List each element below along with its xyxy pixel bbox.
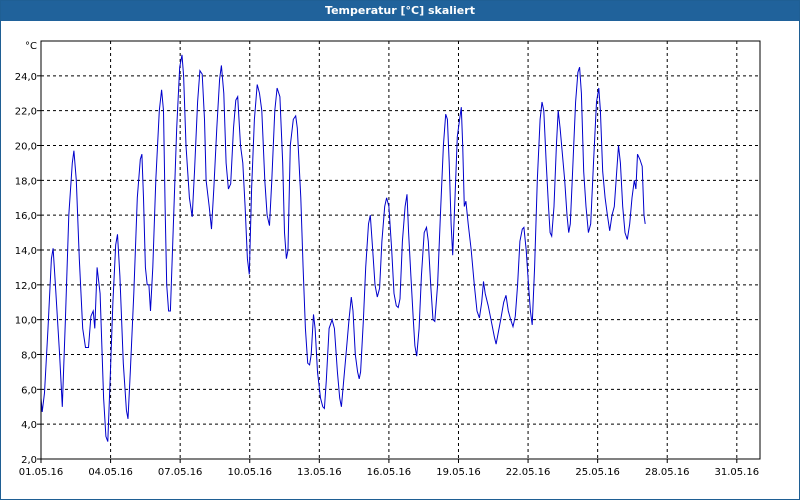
- x-tick-label: 19.05.16: [436, 467, 481, 478]
- series-line-temperature: [40, 54, 646, 442]
- y-axis-unit-label: °C: [25, 41, 37, 52]
- y-tick-label: 2,0: [21, 455, 37, 466]
- x-tick-label: 31.05.16: [715, 467, 760, 478]
- plot-area: [40, 40, 761, 460]
- y-tick-label: 6,0: [21, 385, 37, 396]
- y-tick-label: 14,0: [15, 246, 37, 257]
- x-axis-ticks: 01.05.16 04.05.16 07.05.16 10.05.16 13.05.16…: [19, 467, 759, 478]
- y-tick-label: 22,0: [15, 107, 37, 118]
- y-tick-label: 20,0: [15, 142, 37, 153]
- x-tick-label: 04.05.16: [88, 467, 133, 478]
- x-tick-label: 10.05.16: [227, 467, 272, 478]
- y-tick-label: 10,0: [15, 316, 37, 327]
- y-tick-label: 18,0: [15, 176, 37, 187]
- x-tick-label: 28.05.16: [645, 467, 690, 478]
- y-tick-label: 24,0: [15, 72, 37, 83]
- x-tick-label: 13.05.16: [297, 467, 342, 478]
- x-tick-label: 16.05.16: [367, 467, 412, 478]
- x-tick-label: 07.05.16: [158, 467, 203, 478]
- x-tick-label: 25.05.16: [575, 467, 620, 478]
- y-tick-label: 8,0: [21, 351, 37, 362]
- x-tick-label: 01.05.16: [19, 467, 64, 478]
- y-tick-label: 4,0: [21, 420, 37, 431]
- y-axis-ticks: 2,0 4,0 6,0 8,0 10,0 12,0 14,0 16,0 18,0 20,0 22,0…: [15, 72, 37, 466]
- y-tick-label: 12,0: [15, 281, 37, 292]
- y-tick-label: 16,0: [15, 211, 37, 222]
- x-tick-label: 22.05.16: [506, 467, 551, 478]
- temperature-chart: 2,0 4,0 6,0 8,0 10,0 12,0 14,0 16,0 18,0 20,0 22,0…: [15, 40, 761, 478]
